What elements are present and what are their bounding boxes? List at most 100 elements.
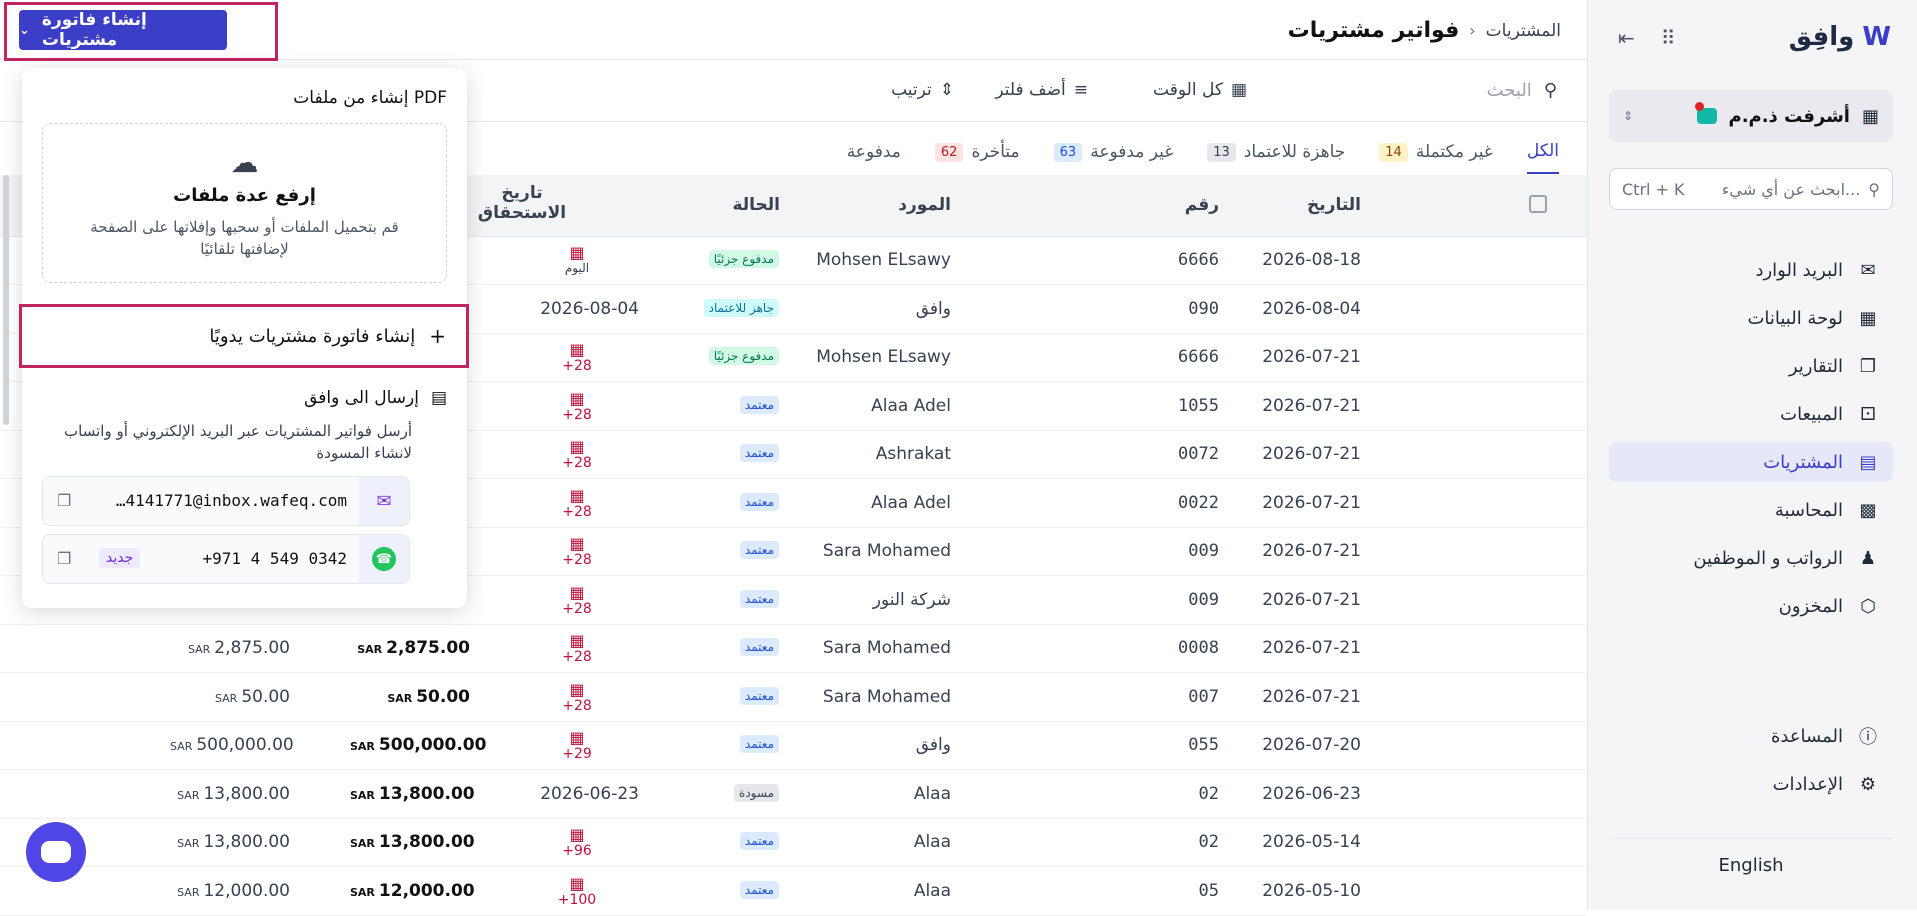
row-balance: SAR 12,000.00 [170,881,290,901]
sidebar-item-inbox[interactable]: ✉ البريد الوارد [1609,250,1893,290]
sidebar-item-settings[interactable]: ⚙ الإعدادات [1609,764,1893,804]
manual-label: إنشاء فاتورة مشتريات يدويًا [209,325,416,347]
pdf-section-title: إنشاء من ملفات PDF [293,88,447,108]
language-switch[interactable]: English [1609,838,1893,876]
box-icon: ⬡ [1860,595,1876,617]
upload-dropzone[interactable]: ☁ إرفع عدة ملفات قم بتحميل الملفات أو سح… [42,123,447,283]
sort-label: ترتيب [891,80,932,100]
inbox-tray-icon: ▤ [430,388,447,408]
row-supplier: Alaa [913,832,951,852]
breadcrumb-parent[interactable]: المشتريات [1486,21,1561,41]
row-due: ▦ +28 [542,439,612,472]
create-purchase-invoice-button[interactable]: ⌄ إنشاء فاتورة مشتريات [19,10,227,50]
chat-launcher-button[interactable] [26,822,86,882]
sidebar-item-label: المساعدة [1770,725,1843,747]
row-amount: SAR 50.00 [350,687,470,707]
sidebar-item-help[interactable]: ⓘ المساعدة [1609,716,1893,756]
whatsapp-contact[interactable]: ☎ +971 4 549 0342 جديد ❐ [42,534,410,584]
sidebar-item-inventory[interactable]: ⬡ المخزون [1609,586,1893,626]
currency-label: SAR [350,740,375,753]
row-due: ▦ اليوم [542,245,612,276]
balance-value: 2,875.00 [214,638,290,658]
currency-label: SAR [350,885,375,899]
amount-value: 50.00 [416,686,470,707]
row-number: 009 [1188,589,1219,610]
col-supplier[interactable]: المورد [898,195,951,215]
tab-ready[interactable]: جاهزة للاعتماد 13 [1207,130,1345,174]
tab-all[interactable]: الكل [1526,130,1559,174]
select-all-checkbox[interactable] [1529,195,1547,213]
row-date: 2026-07-20 [1262,735,1361,755]
table-row[interactable]: 2026-06-23 02 Alaa مسودة 2026-06-23 SAR 13,800… [0,771,1587,819]
row-supplier: شركة النور [872,589,951,610]
currency-label: SAR [214,691,238,705]
row-due-date: 2026-06-23 [540,783,639,804]
calendar-icon: ▦ [569,340,585,359]
send-description: أرسل فواتير المشتريات عبر البريد الإلكتر… [64,422,412,462]
tab-incomplete[interactable]: غير مكتملة 14 [1379,130,1493,174]
email-contact[interactable]: ✉ …4141771@inbox.wafeq.com ❐ [42,476,410,526]
balance-value: 12,000.00 [203,880,290,901]
tab-paid[interactable]: مدفوعة [847,130,901,174]
col-due[interactable]: تاريخ الاستحقاق [467,183,577,223]
tab-overdue[interactable]: متأخرة 62 [934,130,1020,174]
row-date: 2026-07-21 [1262,541,1361,561]
status-tabs: الكل غير مكتملة 14 جاهزة للاعتماد 13 غير م… [847,130,1559,174]
global-search-input[interactable]: Ctrl + K ابحث عن أي شيء... ⚲ [1609,168,1893,210]
brand-logo[interactable]: وافِق W [1789,22,1891,52]
copy-icon[interactable]: ❐ [57,549,71,568]
col-status[interactable]: الحالة [732,195,780,215]
due-label: +28 [562,503,592,520]
sidebar-item-label: الإعدادات [1772,773,1843,795]
col-date[interactable]: التاريخ [1307,195,1361,215]
tab-label: متأخرة [971,142,1020,162]
tab-count: 62 [934,142,964,162]
create-button-label: إنشاء فاتورة مشتريات [41,10,147,50]
company-switcher[interactable]: ⇕ أشرفت ذ.م.م ▦ [1609,90,1893,142]
sort-button[interactable]: ⇕ ترتيب [891,80,954,100]
due-label: +28 [562,455,592,471]
inbox-icon: ✉ [1860,259,1876,281]
sidebar-item-dashboard[interactable]: ▦ لوحة البيانات [1609,298,1893,338]
sidebar-item-payroll[interactable]: ♟ الرواتب و الموظفين [1609,538,1893,578]
apps-grid-icon[interactable]: ⠿ [1661,26,1676,50]
sidebar-item-purchases[interactable]: ▤ المشتريات [1609,442,1893,482]
time-filter-button[interactable]: ▦ كل الوقت [1153,80,1247,100]
brand-name: وافِق [1788,22,1855,52]
add-filter-button[interactable]: ≡ أضف فلتر [995,80,1088,100]
scrollbar[interactable] [3,175,9,425]
sort-icon: ⇕ [939,80,954,100]
search-placeholder: ابحث عن أي شيء... [1721,179,1861,199]
due-label: +28 [562,552,592,568]
sidebar-item-sales[interactable]: ⚀ المبيعات [1609,394,1893,434]
table-search-input[interactable]: ⚲ البحث [1487,80,1557,101]
sidebar-item-accounting[interactable]: ▩ المحاسبة [1609,490,1893,530]
table-row[interactable]: 2026-05-10 05 Alaa معتمد ▦ +100 SAR 12,000.00 SA… [0,868,1587,916]
row-amount: SAR 2,875.00 [350,638,470,658]
table-row[interactable]: 2026-07-21 0008 Sara Mohamed معتمد ▦ +28 SAR 2,… [0,625,1587,673]
sidebar-item-reports[interactable]: ❐ التقارير [1609,346,1893,386]
row-date: 2026-07-21 [1262,686,1361,707]
search-shortcut: Ctrl + K [1622,179,1685,199]
row-supplier: Sara Mohamed [822,686,951,707]
tab-unpaid[interactable]: غير مدفوعة 63 [1053,130,1173,174]
copy-icon[interactable]: ❐ [57,491,71,510]
sidebar: وافِق W ⇤ ⠿ ⇕ أشرفت ذ.م.م ▦ Ctrl + K ابح… [1587,0,1917,910]
chevron-updown-icon: ⇕ [1623,109,1634,123]
status-badge: معتمد [739,686,779,705]
sidebar-nav: ✉ البريد الوارد ▦ لوحة البيانات ❐ التقارير … [1609,250,1893,634]
table-row[interactable]: 2026-07-21 007 Sara Mohamed معتمد ▦ +28 SAR 50.… [0,674,1587,722]
row-due: ▦ +28 [542,681,612,714]
table-row[interactable]: 2026-05-14 02 Alaa معتمد ▦ +96 SAR 13,800.00 SAR… [0,819,1587,867]
collapse-sidebar-icon[interactable]: ⇤ [1618,26,1635,50]
row-supplier: Alaa Adel [871,492,951,513]
row-due: ▦ +96 [542,827,612,860]
ledger-icon: ▩ [1859,499,1877,521]
row-due: ▦ +29 [542,730,612,763]
table-row[interactable]: 2026-07-20 055 وافق معتمد ▦ +29 SAR 500,000.00 S… [0,722,1587,770]
row-supplier: Ashrakat [875,444,951,464]
create-manual-invoice-item[interactable]: + إنشاء فاتورة مشتريات يدويًا [19,304,469,368]
row-number: 6666 [1178,250,1219,270]
currency-label: SAR [350,837,375,850]
col-number[interactable]: رقم [1185,195,1219,215]
